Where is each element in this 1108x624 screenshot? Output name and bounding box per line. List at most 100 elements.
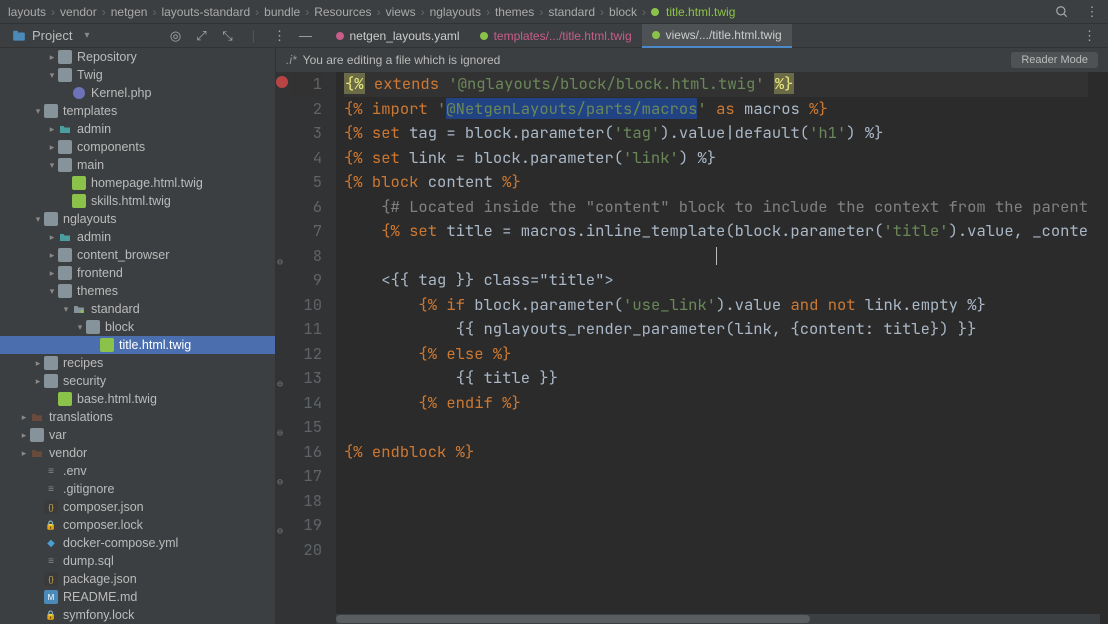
tree-item[interactable]: ▸var [0, 426, 275, 444]
tree-item[interactable]: ▸frontend [0, 264, 275, 282]
tree-item[interactable]: ≡.env [0, 462, 275, 480]
fold-icon[interactable]: ⊖ [277, 519, 283, 544]
tree-item[interactable]: {}composer.json [0, 498, 275, 516]
fold-icon[interactable]: ⊖ [277, 421, 283, 446]
expand-toggle[interactable]: ▸ [32, 376, 44, 387]
tree-item[interactable]: ▾nglayouts [0, 210, 275, 228]
expand-toggle[interactable]: ▾ [32, 214, 44, 225]
twig-icon [72, 176, 86, 190]
tree-item-label: admin [77, 122, 111, 136]
file-type-icon [652, 31, 660, 39]
tree-item[interactable]: ≡dump.sql [0, 552, 275, 570]
tree-item[interactable]: ▸content_browser [0, 246, 275, 264]
tree-item[interactable]: 🔒symfony.lock [0, 606, 275, 624]
tree-item[interactable]: ▸admin [0, 228, 275, 246]
chevron-down-icon: ▾ [84, 30, 89, 41]
search-icon[interactable] [1054, 4, 1070, 20]
tree-item[interactable]: ▸security [0, 372, 275, 390]
expand-toggle[interactable]: ▸ [18, 448, 30, 459]
expand-toggle[interactable]: ▸ [46, 124, 58, 135]
breadcrumb-item[interactable]: views [386, 5, 416, 19]
fold-icon[interactable]: ⊖ [277, 250, 283, 275]
expand-toggle[interactable]: ▾ [60, 304, 72, 315]
tree-item[interactable]: ▸ admin [0, 120, 275, 138]
tree-item[interactable]: ▾templates [0, 102, 275, 120]
expand-toggle[interactable]: ▸ [46, 142, 58, 153]
tree-item[interactable]: ▾Twig [0, 66, 275, 84]
folder-icon [58, 284, 72, 298]
tree-item[interactable]: ◆docker-compose.yml [0, 534, 275, 552]
breadcrumb-item[interactable]: layouts [8, 5, 46, 19]
expand-toggle[interactable]: ▸ [18, 430, 30, 441]
tree-item[interactable]: {}package.json [0, 570, 275, 588]
tree-item-label: symfony.lock [63, 608, 134, 622]
expand-toggle[interactable]: ▾ [46, 160, 58, 171]
breadcrumb-item[interactable]: Resources [314, 5, 371, 19]
tree-item[interactable]: ▸Repository [0, 48, 275, 66]
twig-icon [100, 338, 114, 352]
tree-item-label: vendor [49, 446, 87, 460]
code-area[interactable]: ⊖⊖⊖⊖⊖ 1234567891011121314151617181920 {%… [276, 72, 1108, 624]
reader-mode-button[interactable]: Reader Mode [1011, 52, 1098, 68]
expand-icon[interactable]: ⤢ [194, 28, 210, 44]
breadcrumb-item[interactable]: block [609, 5, 637, 19]
tree-item[interactable]: ≡.gitignore [0, 480, 275, 498]
tree-item[interactable]: title.html.twig [0, 336, 275, 354]
minimize-icon[interactable]: — [298, 28, 314, 44]
expand-toggle[interactable]: ▸ [46, 232, 58, 243]
tree-item[interactable]: ▸ vendor [0, 444, 275, 462]
project-selector[interactable]: Project ▾ [4, 28, 98, 43]
breakpoint-icon[interactable] [276, 76, 288, 88]
breadcrumb-item[interactable]: layouts-standard [161, 5, 250, 19]
more-menu-icon[interactable]: ⋮ [1084, 4, 1100, 20]
markdown-icon: M [44, 590, 58, 604]
expand-toggle[interactable]: ▸ [46, 268, 58, 279]
editor-tab[interactable]: templates/.../title.html.twig [470, 24, 642, 48]
tabs-more-icon[interactable]: ⋮ [1075, 28, 1104, 44]
expand-toggle[interactable]: ▾ [46, 286, 58, 297]
expand-toggle[interactable]: ▾ [32, 106, 44, 117]
tree-item[interactable]: 🔒composer.lock [0, 516, 275, 534]
scrollbar-thumb[interactable] [336, 615, 810, 623]
breadcrumb-item[interactable]: bundle [264, 5, 300, 19]
tree-item[interactable]: MREADME.md [0, 588, 275, 606]
more-icon[interactable]: ⋮ [272, 28, 288, 44]
expand-toggle[interactable]: ▸ [46, 52, 58, 63]
tree-item[interactable]: ▸ components [0, 138, 275, 156]
breadcrumb-bar: layouts›vendor›netgen›layouts-standard›b… [0, 0, 1108, 24]
expand-toggle[interactable]: ▸ [46, 250, 58, 261]
breadcrumb-item[interactable]: vendor [60, 5, 97, 19]
editor-tab[interactable]: views/.../title.html.twig [642, 24, 792, 48]
tree-item[interactable]: Kernel.php [0, 84, 275, 102]
tree-item-label: components [77, 140, 145, 154]
editor-tab[interactable]: netgen_layouts.yaml [326, 24, 470, 48]
horizontal-scrollbar[interactable] [336, 614, 1100, 624]
fold-icon[interactable]: ⊖ [277, 372, 283, 397]
breadcrumb-item[interactable]: standard [548, 5, 595, 19]
breadcrumb[interactable]: layouts›vendor›netgen›layouts-standard›b… [8, 5, 1054, 19]
json-icon: {} [44, 500, 58, 514]
tree-item[interactable]: ▾standard [0, 300, 275, 318]
tree-item[interactable]: base.html.twig [0, 390, 275, 408]
breadcrumb-item[interactable]: nglayouts [430, 5, 481, 19]
fold-icon[interactable]: ⊖ [277, 470, 283, 495]
tree-item[interactable]: ▾ themes [0, 282, 275, 300]
collapse-icon[interactable]: ⤡ [220, 28, 236, 44]
tree-item[interactable]: ▸translations [0, 408, 275, 426]
tree-item[interactable]: skills.html.twig [0, 192, 275, 210]
tree-item[interactable]: ▸recipes [0, 354, 275, 372]
target-icon[interactable]: ◎ [168, 28, 184, 44]
expand-toggle[interactable]: ▸ [18, 412, 30, 423]
project-tree[interactable]: ▸Repository▾Twig Kernel.php▾templates ▸ ad… [0, 48, 276, 624]
tree-item[interactable]: homepage.html.twig [0, 174, 275, 192]
tree-item[interactable]: ▾main [0, 156, 275, 174]
expand-toggle[interactable]: ▾ [74, 322, 86, 333]
breadcrumb-item[interactable]: netgen [111, 5, 148, 19]
tree-item-label: themes [77, 284, 118, 298]
tree-item[interactable]: ▾block [0, 318, 275, 336]
editor: .i* You are editing a file which is igno… [276, 48, 1108, 624]
expand-toggle[interactable]: ▸ [32, 358, 44, 369]
breadcrumb-item[interactable]: themes [495, 5, 534, 19]
expand-toggle[interactable]: ▾ [46, 70, 58, 81]
tree-item-label: docker-compose.yml [63, 536, 178, 550]
